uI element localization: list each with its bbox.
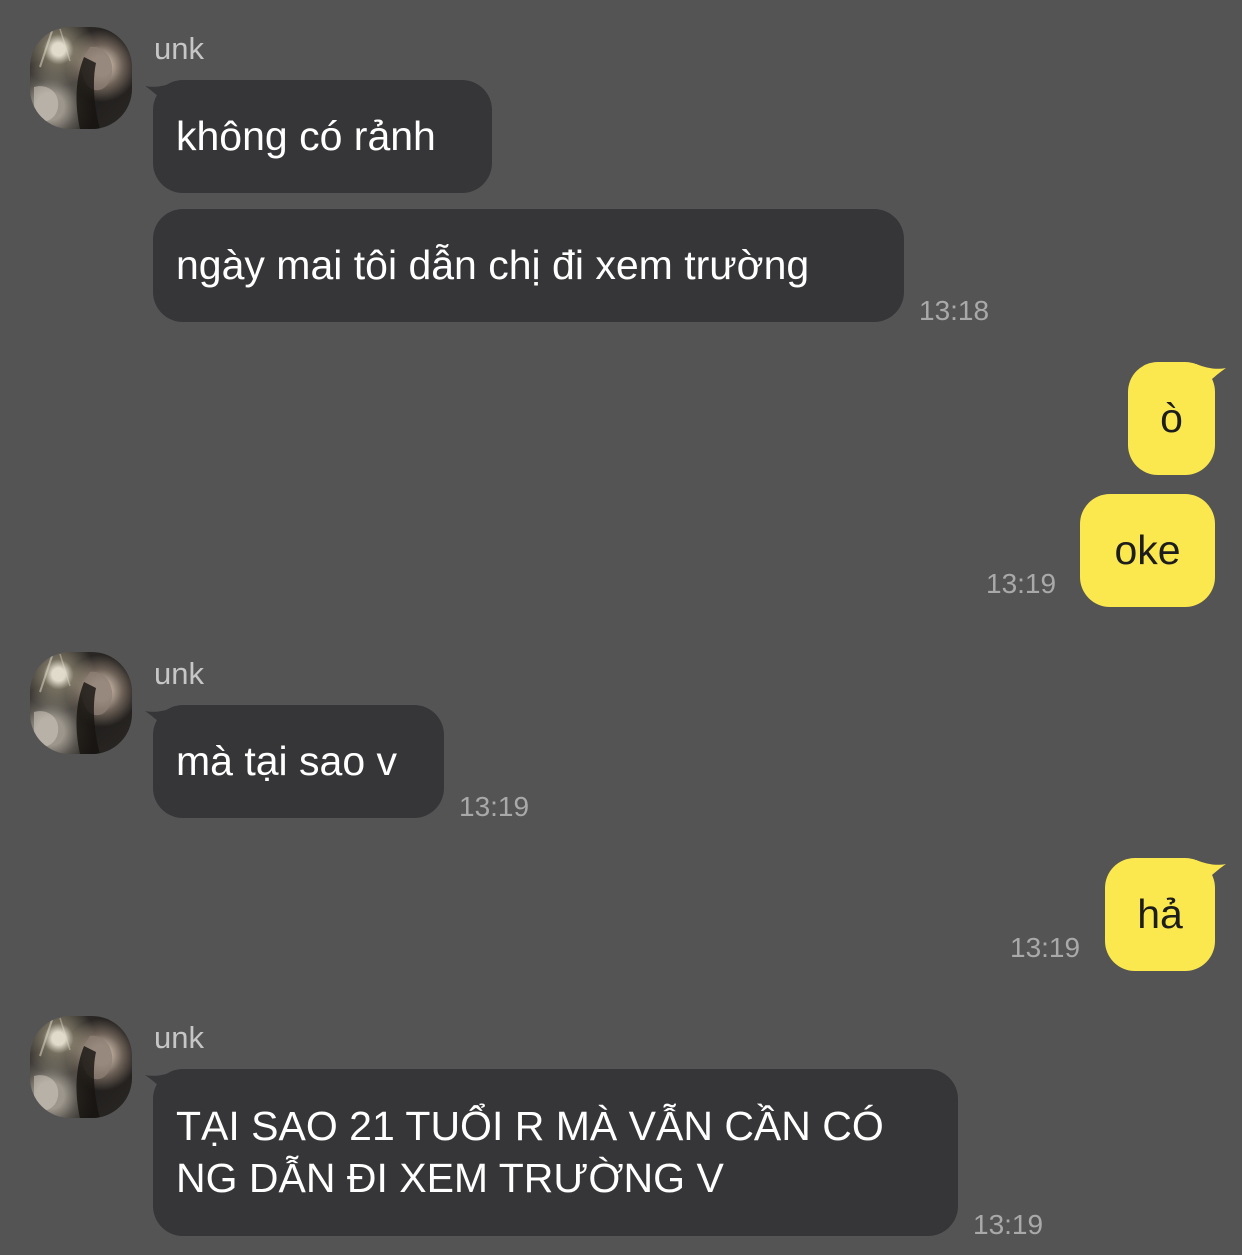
avatar-photo bbox=[34, 1017, 113, 1118]
message-bubble-incoming[interactable]: ngày mai tôi dẫn chị đi xem trường bbox=[153, 209, 904, 322]
message-text: hả bbox=[1137, 891, 1183, 937]
message-timestamp: 13:18 bbox=[919, 295, 990, 326]
message-bubble-outgoing[interactable]: ò bbox=[1128, 362, 1215, 475]
message-timestamp: 13:19 bbox=[459, 791, 530, 822]
message-timestamp: 13:19 bbox=[973, 1209, 1044, 1240]
avatar-photo bbox=[34, 653, 113, 754]
message-text: không có rảnh bbox=[176, 113, 436, 159]
message-text-line: TẠI SAO 21 TUỔI R MÀ VẪN CẦN CÓ bbox=[176, 1103, 884, 1149]
message-text: ngày mai tôi dẫn chị đi xem trường bbox=[176, 242, 810, 288]
message-timestamp: 13:19 bbox=[986, 568, 1057, 599]
avatar-photo bbox=[34, 28, 113, 129]
message-bubble-incoming[interactable]: mà tại sao v bbox=[153, 705, 444, 818]
message-text: ò bbox=[1160, 395, 1183, 441]
message-timestamp: 13:19 bbox=[1010, 932, 1081, 963]
sender-name: unk bbox=[154, 31, 204, 66]
sender-name: unk bbox=[154, 1020, 204, 1055]
avatar[interactable] bbox=[30, 27, 132, 129]
message-text: mà tại sao v bbox=[176, 738, 398, 784]
avatar[interactable] bbox=[30, 652, 132, 754]
message-bubble-outgoing[interactable]: hả bbox=[1105, 858, 1215, 971]
sender-name: unk bbox=[154, 656, 204, 691]
message-text-line: NG DẪN ĐI XEM TRƯỜNG V bbox=[176, 1155, 724, 1201]
message-bubble-incoming[interactable]: không có rảnh bbox=[153, 80, 492, 193]
avatar[interactable] bbox=[30, 1016, 132, 1118]
message-text: oke bbox=[1114, 527, 1181, 573]
message-bubble-outgoing[interactable]: oke bbox=[1080, 494, 1215, 607]
message-bubble-incoming[interactable]: TẠI SAO 21 TUỔI R MÀ VẪN CẦN CÓ NG DẪN Đ… bbox=[153, 1069, 958, 1236]
